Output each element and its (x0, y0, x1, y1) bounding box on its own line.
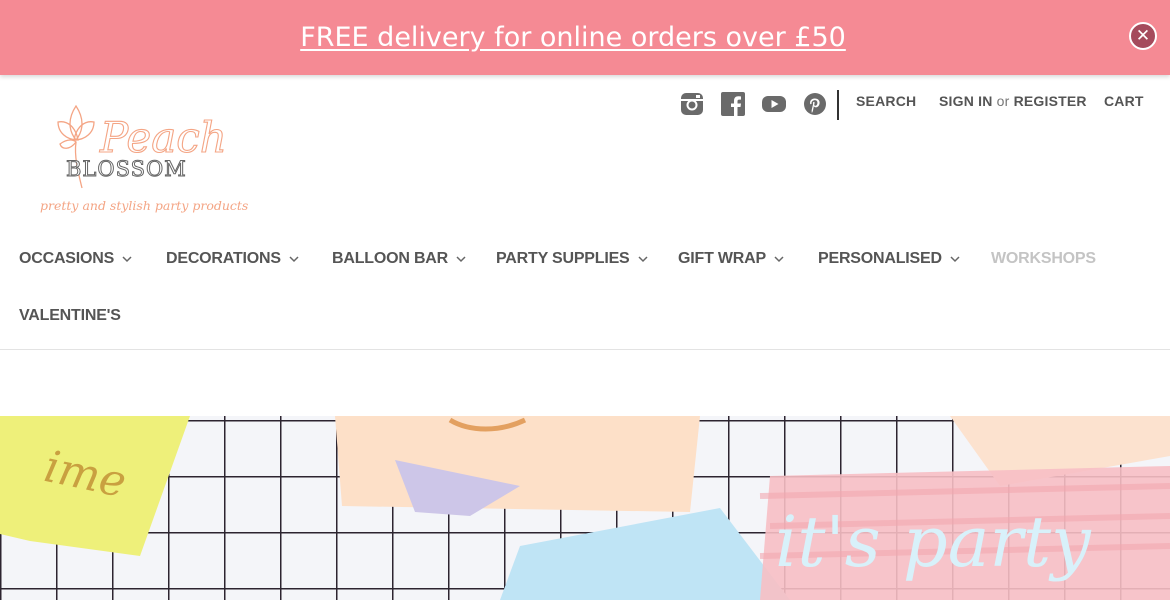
nav-decorations[interactable]: DECORATIONS (166, 250, 299, 268)
account-links: SIGN IN or REGISTER (939, 93, 1087, 109)
nav-label: OCCASIONS (19, 250, 115, 267)
nav-personalised[interactable]: PERSONALISED (818, 250, 960, 268)
close-icon[interactable]: ✕ (1129, 22, 1157, 50)
logo-script-text: Peach (99, 113, 227, 162)
sign-in-link[interactable]: SIGN IN (939, 93, 993, 109)
nav-label: DECORATIONS (166, 250, 281, 267)
search-link[interactable]: SEARCH (856, 93, 916, 109)
nav-label: WORKSHOPS (991, 250, 1096, 267)
nav-gift-wrap[interactable]: GIFT WRAP (678, 250, 784, 268)
instagram-icon[interactable] (680, 92, 704, 116)
nav-label: BALLOON BAR (332, 250, 449, 267)
nav-label: PARTY SUPPLIES (496, 250, 630, 267)
chevron-down-icon (122, 256, 132, 263)
chevron-down-icon (950, 256, 960, 263)
cart-link[interactable]: CART (1104, 93, 1144, 109)
nav-label: VALENTINE'S (19, 307, 121, 324)
logo-wordmark: BLOSSOM (66, 157, 187, 181)
hero-overlay-text: it's party (775, 501, 1092, 583)
pinterest-icon[interactable] (803, 92, 827, 116)
hero-image: ime it's party (0, 416, 1170, 600)
nav-occasions[interactable]: OCCASIONS (19, 250, 132, 268)
hero-banner[interactable]: ime it's party (0, 416, 1170, 600)
free-delivery-link[interactable]: FREE delivery for online orders over £50 (300, 22, 846, 53)
chevron-down-icon (289, 256, 299, 263)
promo-banner: FREE delivery for online orders over £50… (0, 0, 1170, 75)
register-link[interactable]: REGISTER (1014, 93, 1087, 109)
or-text: or (996, 93, 1010, 109)
chevron-down-icon (774, 256, 784, 263)
facebook-icon[interactable] (721, 92, 745, 116)
nav-party-supplies[interactable]: PARTY SUPPLIES (496, 250, 648, 268)
social-icons (680, 92, 827, 116)
logo[interactable]: Peach BLOSSOM pretty and stylish party p… (38, 100, 260, 220)
chevron-down-icon (456, 256, 466, 263)
utility-divider (837, 90, 839, 120)
logo-tagline: pretty and stylish party products (40, 198, 248, 213)
youtube-icon[interactable] (762, 92, 786, 116)
header-divider (0, 349, 1170, 350)
chevron-down-icon (638, 256, 648, 263)
nav-label: GIFT WRAP (678, 250, 766, 267)
nav-balloon-bar[interactable]: BALLOON BAR (332, 250, 466, 268)
nav-valentines[interactable]: VALENTINE'S (19, 307, 121, 325)
nav-label: PERSONALISED (818, 250, 942, 267)
nav-workshops[interactable]: WORKSHOPS (991, 250, 1096, 268)
